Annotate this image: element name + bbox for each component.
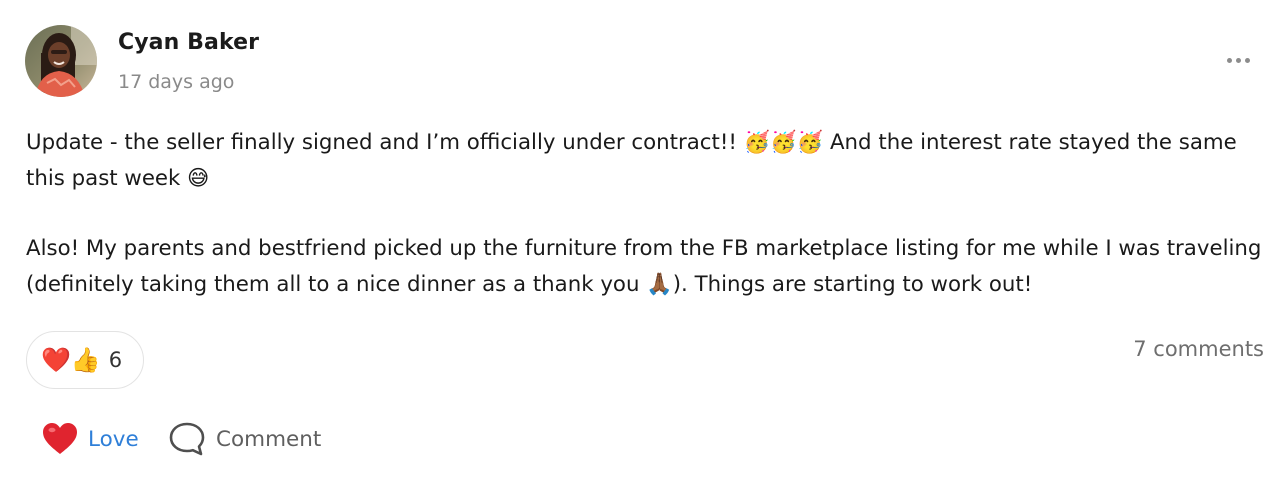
post-body: Update - the seller finally signed and I… bbox=[26, 125, 1262, 303]
post-paragraph: Update - the seller finally signed and I… bbox=[26, 130, 1237, 191]
comment-button[interactable]: Comment bbox=[168, 419, 321, 459]
comment-bubble-icon bbox=[169, 422, 205, 456]
more-options-icon bbox=[1226, 57, 1232, 63]
author-name[interactable]: Cyan Baker bbox=[118, 30, 259, 55]
reaction-emojis: ❤️👍 bbox=[41, 346, 101, 374]
avatar[interactable] bbox=[25, 25, 97, 97]
avatar-image bbox=[25, 25, 97, 97]
comment-label: Comment bbox=[216, 426, 322, 452]
comments-count-link[interactable]: 7 comments bbox=[1133, 337, 1264, 361]
heart-icon bbox=[43, 423, 77, 454]
love-label: Love bbox=[88, 426, 139, 452]
post-paragraph: Also! My parents and bestfriend picked u… bbox=[26, 236, 1262, 297]
more-options-dot bbox=[1244, 57, 1250, 63]
post-card: Cyan Baker 17 days ago Update - the sell… bbox=[0, 0, 1280, 483]
reactions-summary[interactable]: ❤️👍 6 bbox=[26, 331, 144, 389]
post-timestamp: 17 days ago bbox=[118, 71, 235, 93]
love-button[interactable]: Love bbox=[42, 419, 139, 459]
more-options-dot bbox=[1235, 57, 1241, 63]
reaction-count: 6 bbox=[108, 348, 123, 372]
more-options-button[interactable] bbox=[1218, 50, 1258, 70]
